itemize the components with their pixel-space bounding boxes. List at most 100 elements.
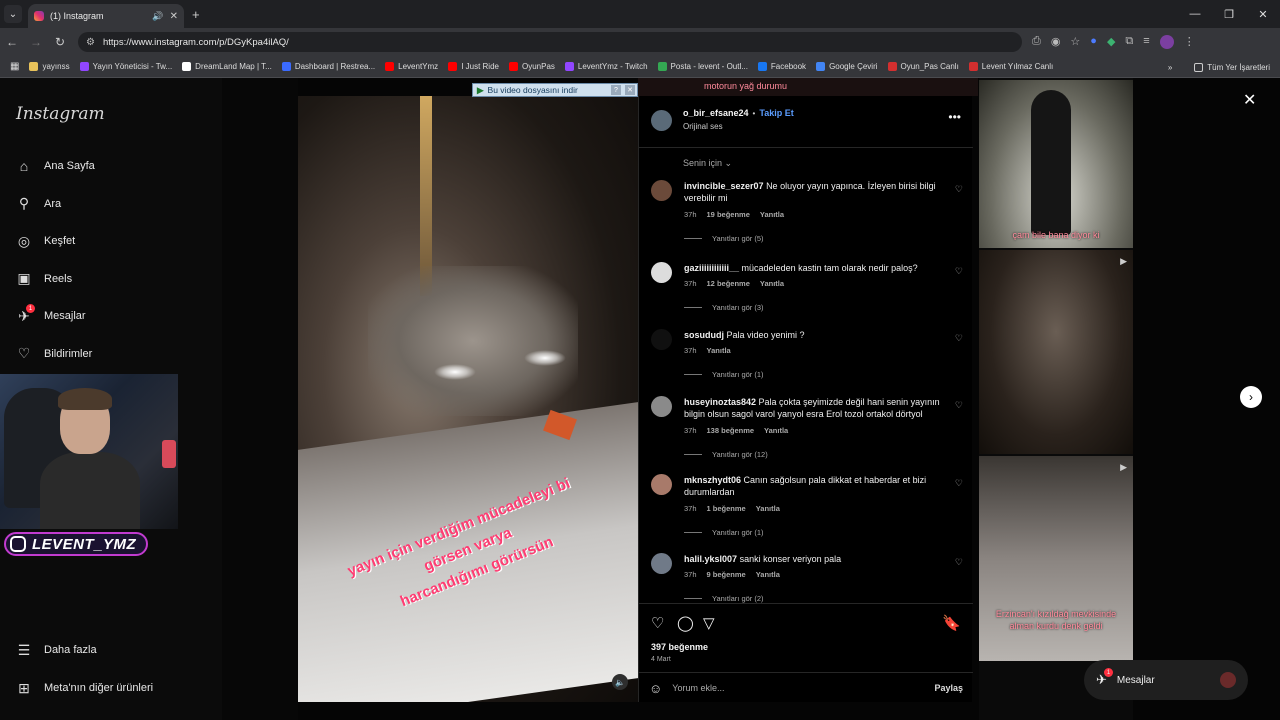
help-icon[interactable]: ? — [611, 85, 621, 95]
extensions-puzzle-icon[interactable]: ⧉ — [1125, 35, 1133, 49]
follow-button[interactable]: Takip Et — [759, 108, 793, 118]
author-username[interactable]: o_bir_efsane24 — [683, 108, 749, 118]
comment-input[interactable]: Yorum ekle... — [672, 683, 724, 693]
bookmark-item[interactable]: yayınss — [29, 62, 70, 71]
close-post-icon[interactable]: ✕ — [1243, 90, 1256, 110]
view-replies-button[interactable]: Yanıtları gör (12) — [684, 450, 768, 459]
bookmark-item[interactable]: Yayın Yöneticisi - Tw... — [79, 62, 172, 71]
meta-products-button[interactable]: ⊞ Meta'nın diğer ürünleri — [16, 680, 153, 696]
restore-icon[interactable]: ❐ — [1212, 0, 1246, 28]
more-options-icon[interactable]: ••• — [948, 110, 961, 124]
comment-likes[interactable]: 19 beğenme — [707, 210, 750, 219]
sort-dropdown[interactable]: Senin için ⌄ — [683, 158, 732, 169]
reply-button[interactable]: Yanıtla — [760, 279, 784, 288]
view-replies-button[interactable]: Yanıtları gör (2) — [684, 594, 764, 603]
grid-tile-2[interactable]: ▶ — [979, 250, 1133, 454]
like-count[interactable]: 397 beğenme — [651, 642, 708, 652]
reply-button[interactable]: Yanıtla — [764, 426, 788, 435]
bookmark-item[interactable]: Facebook — [757, 62, 806, 71]
reply-button[interactable]: Yanıtla — [756, 570, 780, 579]
commenter-username[interactable]: halil.yksl007 — [684, 554, 737, 564]
audio-label[interactable]: Orijinal ses — [683, 122, 723, 131]
comment-icon[interactable]: ◯ — [677, 614, 694, 632]
comment-like-icon[interactable]: ♡ — [955, 184, 963, 195]
sidebar-item-bildirimler[interactable]: ♡ Bildirimler — [16, 345, 93, 362]
menu-dots-icon[interactable]: ⋮ — [1184, 35, 1195, 49]
commenter-avatar[interactable] — [651, 180, 672, 201]
close-window-icon[interactable]: ✕ — [1246, 0, 1280, 28]
comment-likes[interactable]: 9 beğenme — [707, 570, 746, 579]
commenter-username[interactable]: gaziiiiiiiiiiii__ — [684, 263, 739, 273]
share-icon[interactable]: ▽ — [703, 614, 715, 632]
minimize-icon[interactable]: — — [1178, 0, 1212, 28]
bookmark-item[interactable]: LeventYmz — [385, 62, 438, 71]
instagram-logo[interactable]: Instagram — [16, 104, 105, 124]
messages-pill[interactable]: ✈ 1 Mesajlar — [1084, 660, 1248, 700]
browser-tab[interactable]: (1) Instagram 🔊 ✕ — [28, 4, 184, 28]
tab-search-button[interactable]: ⌄ — [4, 5, 22, 23]
commenter-avatar[interactable] — [651, 262, 672, 283]
new-tab-button[interactable]: + — [192, 7, 200, 22]
bookmark-item[interactable]: Posta - levent - Outl... — [657, 62, 748, 71]
emoji-icon[interactable]: ☺ — [649, 681, 662, 696]
view-replies-button[interactable]: Yanıtları gör (1) — [684, 528, 764, 537]
comment-likes[interactable]: 138 beğenme — [707, 426, 755, 435]
volume-icon[interactable]: 🔈 — [612, 674, 628, 690]
sidebar-item-ana-sayfa[interactable]: ⌂ Ana Sayfa — [16, 158, 95, 174]
commenter-avatar[interactable] — [651, 553, 672, 574]
bookmark-item[interactable]: LeventYmz - Twitch — [564, 62, 648, 71]
media-icon[interactable]: ≡ — [1143, 35, 1149, 49]
more-bookmarks-icon[interactable]: » — [1168, 63, 1172, 72]
bookmark-item[interactable]: Oyun_Pas Canlı — [887, 62, 959, 71]
reload-icon[interactable]: ↻ — [48, 35, 72, 49]
extension2-icon[interactable]: ◆ — [1107, 35, 1115, 49]
forward-icon[interactable]: → — [24, 35, 48, 49]
grid-tile-3[interactable]: ▶ Erzincan'ı kızıldağ mevkisinde alman k… — [979, 456, 1133, 661]
view-replies-button[interactable]: Yanıtları gör (3) — [684, 303, 764, 312]
bookmark-item[interactable]: Google Çeviri — [816, 62, 878, 71]
commenter-username[interactable]: sosududj — [684, 330, 724, 340]
view-replies-button[interactable]: Yanıtları gör (5) — [684, 234, 764, 243]
bookmark-item[interactable]: I Just Ride — [448, 62, 499, 71]
grid-tile-1[interactable]: çam bile bana diyor ki — [979, 80, 1133, 248]
reply-button[interactable]: Yanıtla — [760, 210, 784, 219]
bookmark-item[interactable]: OyunPas — [508, 62, 555, 71]
more-button[interactable]: ☰ Daha fazla — [16, 642, 97, 658]
all-bookmarks[interactable]: Tüm Yer İşaretleri — [1194, 62, 1270, 72]
commenter-avatar[interactable] — [651, 396, 672, 417]
like-heart-icon[interactable]: ♡ — [651, 614, 664, 632]
sidebar-item-keşfet[interactable]: ◎ Keşfet — [16, 233, 75, 249]
audio-icon[interactable]: 🔊 — [152, 11, 163, 22]
eye-off-icon[interactable]: ◉ — [1051, 35, 1061, 49]
commenter-username[interactable]: huseyinoztas842 — [684, 397, 756, 407]
install-icon[interactable]: ⎙ — [1032, 35, 1041, 49]
comment-likes[interactable]: 1 beğenme — [707, 504, 746, 513]
comment-like-icon[interactable]: ♡ — [955, 266, 963, 277]
comment-like-icon[interactable]: ♡ — [955, 557, 963, 568]
star-icon[interactable]: ☆ — [1070, 35, 1080, 49]
bookmark-item[interactable]: Dashboard | Restrea... — [281, 62, 375, 71]
url-field[interactable]: ⚙ https://www.instagram.com/p/DGyKpa4ilA… — [78, 32, 1022, 52]
comment-like-icon[interactable]: ♡ — [955, 333, 963, 344]
back-icon[interactable]: ← — [0, 35, 24, 49]
post-video[interactable]: yayın için verdiğim mücadeleyi bi görsen… — [298, 96, 638, 702]
profile-avatar[interactable] — [1159, 35, 1174, 49]
bookmark-item[interactable]: Levent Yılmaz Canlı — [968, 62, 1053, 71]
sidebar-item-reels[interactable]: ▣ Reels — [16, 270, 72, 287]
comment-likes[interactable]: 12 beğenme — [707, 279, 750, 288]
site-info-icon[interactable]: ⚙ — [86, 37, 95, 48]
reply-button[interactable]: Yanıtla — [707, 346, 731, 355]
comment-like-icon[interactable]: ♡ — [955, 478, 963, 489]
close-download-icon[interactable]: ✕ — [625, 85, 635, 95]
commenter-avatar[interactable] — [651, 474, 672, 495]
commenter-avatar[interactable] — [651, 329, 672, 350]
commenter-username[interactable]: invincible_sezer07 — [684, 181, 764, 191]
apps-grid-icon[interactable]: ▦ — [10, 61, 19, 72]
sidebar-item-ara[interactable]: ⚲ Ara — [16, 195, 61, 212]
bookmark-item[interactable]: DreamLand Map | T... — [182, 62, 272, 71]
comment-like-icon[interactable]: ♡ — [955, 400, 963, 411]
author-avatar[interactable] — [651, 110, 672, 131]
close-tab-icon[interactable]: ✕ — [170, 11, 178, 22]
post-comment-button[interactable]: Paylaş — [934, 683, 963, 693]
extension-icon[interactable]: ● — [1090, 35, 1097, 49]
